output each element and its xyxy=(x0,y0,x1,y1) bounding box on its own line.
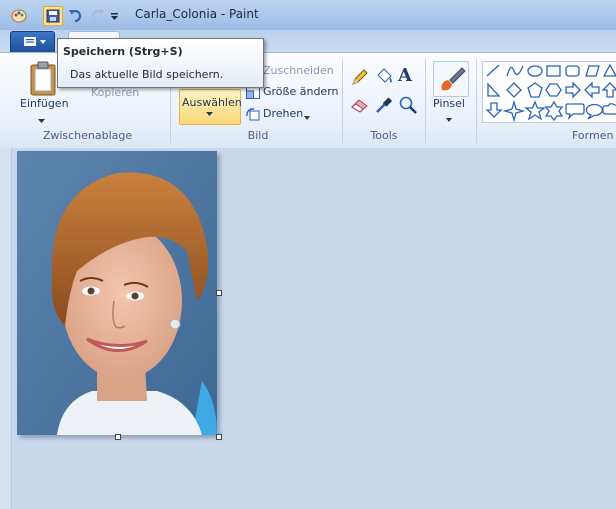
select-dropdown-icon xyxy=(206,112,213,116)
hexagon-shape[interactable] xyxy=(545,83,562,97)
right-triangle-shape[interactable] xyxy=(487,82,501,97)
paint-app-icon[interactable] xyxy=(10,6,28,24)
paste-label: Einfügen xyxy=(20,97,69,110)
select-label: Auswählen xyxy=(182,96,242,109)
fill-bucket-icon[interactable] xyxy=(374,67,394,87)
redo-button[interactable] xyxy=(88,6,106,24)
workspace-left-edge xyxy=(0,148,12,509)
triangle-shape[interactable] xyxy=(602,63,616,77)
resize-handle-corner[interactable] xyxy=(216,434,222,440)
redo-icon xyxy=(91,9,104,23)
rectangle-shape[interactable] xyxy=(546,65,561,77)
select-button[interactable]: Auswählen xyxy=(179,89,242,125)
separator xyxy=(342,59,343,143)
customize-toolbar-button[interactable] xyxy=(108,6,126,24)
text-icon[interactable]: A xyxy=(398,65,418,87)
down-arrow-shape[interactable] xyxy=(485,102,503,118)
save-icon xyxy=(46,9,60,23)
resize-handle-bottom[interactable] xyxy=(115,434,121,440)
separator xyxy=(425,59,426,143)
rounded-callout-shape[interactable] xyxy=(565,103,585,121)
paint-menu-button[interactable] xyxy=(10,31,55,53)
resize-button[interactable]: Größe ändern xyxy=(263,85,339,98)
rotate-dropdown-icon[interactable] xyxy=(304,111,311,124)
portrait-photo xyxy=(17,151,217,435)
image-group-label: Bild xyxy=(247,129,269,142)
pentagon-shape[interactable] xyxy=(527,82,543,98)
up-arrow-shape[interactable] xyxy=(601,82,616,98)
undo-icon xyxy=(69,9,82,23)
five-point-star-shape[interactable] xyxy=(524,100,546,121)
save-button[interactable] xyxy=(43,6,63,26)
undo-button[interactable] xyxy=(67,6,85,24)
magnifier-icon[interactable] xyxy=(398,95,418,115)
tools-group-label: Tools xyxy=(370,129,398,142)
resize-handle-right[interactable] xyxy=(216,290,222,296)
rounded-rectangle-shape[interactable] xyxy=(565,65,580,77)
line-shape[interactable] xyxy=(486,64,500,77)
clipboard-icon xyxy=(30,61,56,96)
pencil-icon[interactable] xyxy=(350,67,370,87)
curve-shape[interactable] xyxy=(506,65,524,77)
diamond-shape[interactable] xyxy=(506,82,522,98)
paste-dropdown-icon[interactable] xyxy=(38,115,46,128)
rotate-button[interactable]: Drehen xyxy=(263,107,303,120)
brushes-dropdown-icon[interactable] xyxy=(446,113,453,126)
window-title: Carla_Colonia - Paint xyxy=(135,7,259,21)
cloud-callout-shape[interactable] xyxy=(602,103,616,115)
color-picker-icon[interactable] xyxy=(374,95,394,115)
right-arrow-shape[interactable] xyxy=(565,81,581,99)
oval-shape[interactable] xyxy=(527,65,543,77)
shapes-group-label: Formen xyxy=(572,129,614,142)
menu-icon xyxy=(24,37,46,46)
left-arrow-shape[interactable] xyxy=(584,81,600,99)
paste-button[interactable] xyxy=(28,61,60,99)
rotate-icon xyxy=(246,107,260,124)
oval-callout-shape[interactable] xyxy=(585,103,603,120)
separator xyxy=(476,59,477,143)
brushes-button[interactable] xyxy=(433,61,469,97)
six-point-star-shape[interactable] xyxy=(544,100,564,122)
tooltip-title: Speichern (Strg+S) xyxy=(63,45,183,58)
tooltip-body: Das aktuelle Bild speichern. xyxy=(70,68,224,81)
save-tooltip: Speichern (Strg+S) Das aktuelle Bild spe… xyxy=(57,38,264,88)
polygon-shape[interactable] xyxy=(585,65,600,77)
crop-button[interactable]: Zuschneiden xyxy=(263,64,334,77)
shapes-gallery[interactable] xyxy=(482,61,616,123)
customize-dropdown-icon xyxy=(111,13,118,20)
clipboard-group-label: Zwischenablage xyxy=(42,129,133,142)
brushes-label: Pinsel xyxy=(433,97,465,110)
four-point-star-shape[interactable] xyxy=(502,99,526,123)
brush-icon xyxy=(441,67,466,91)
image-canvas[interactable] xyxy=(17,151,217,435)
eraser-icon[interactable] xyxy=(350,95,370,115)
